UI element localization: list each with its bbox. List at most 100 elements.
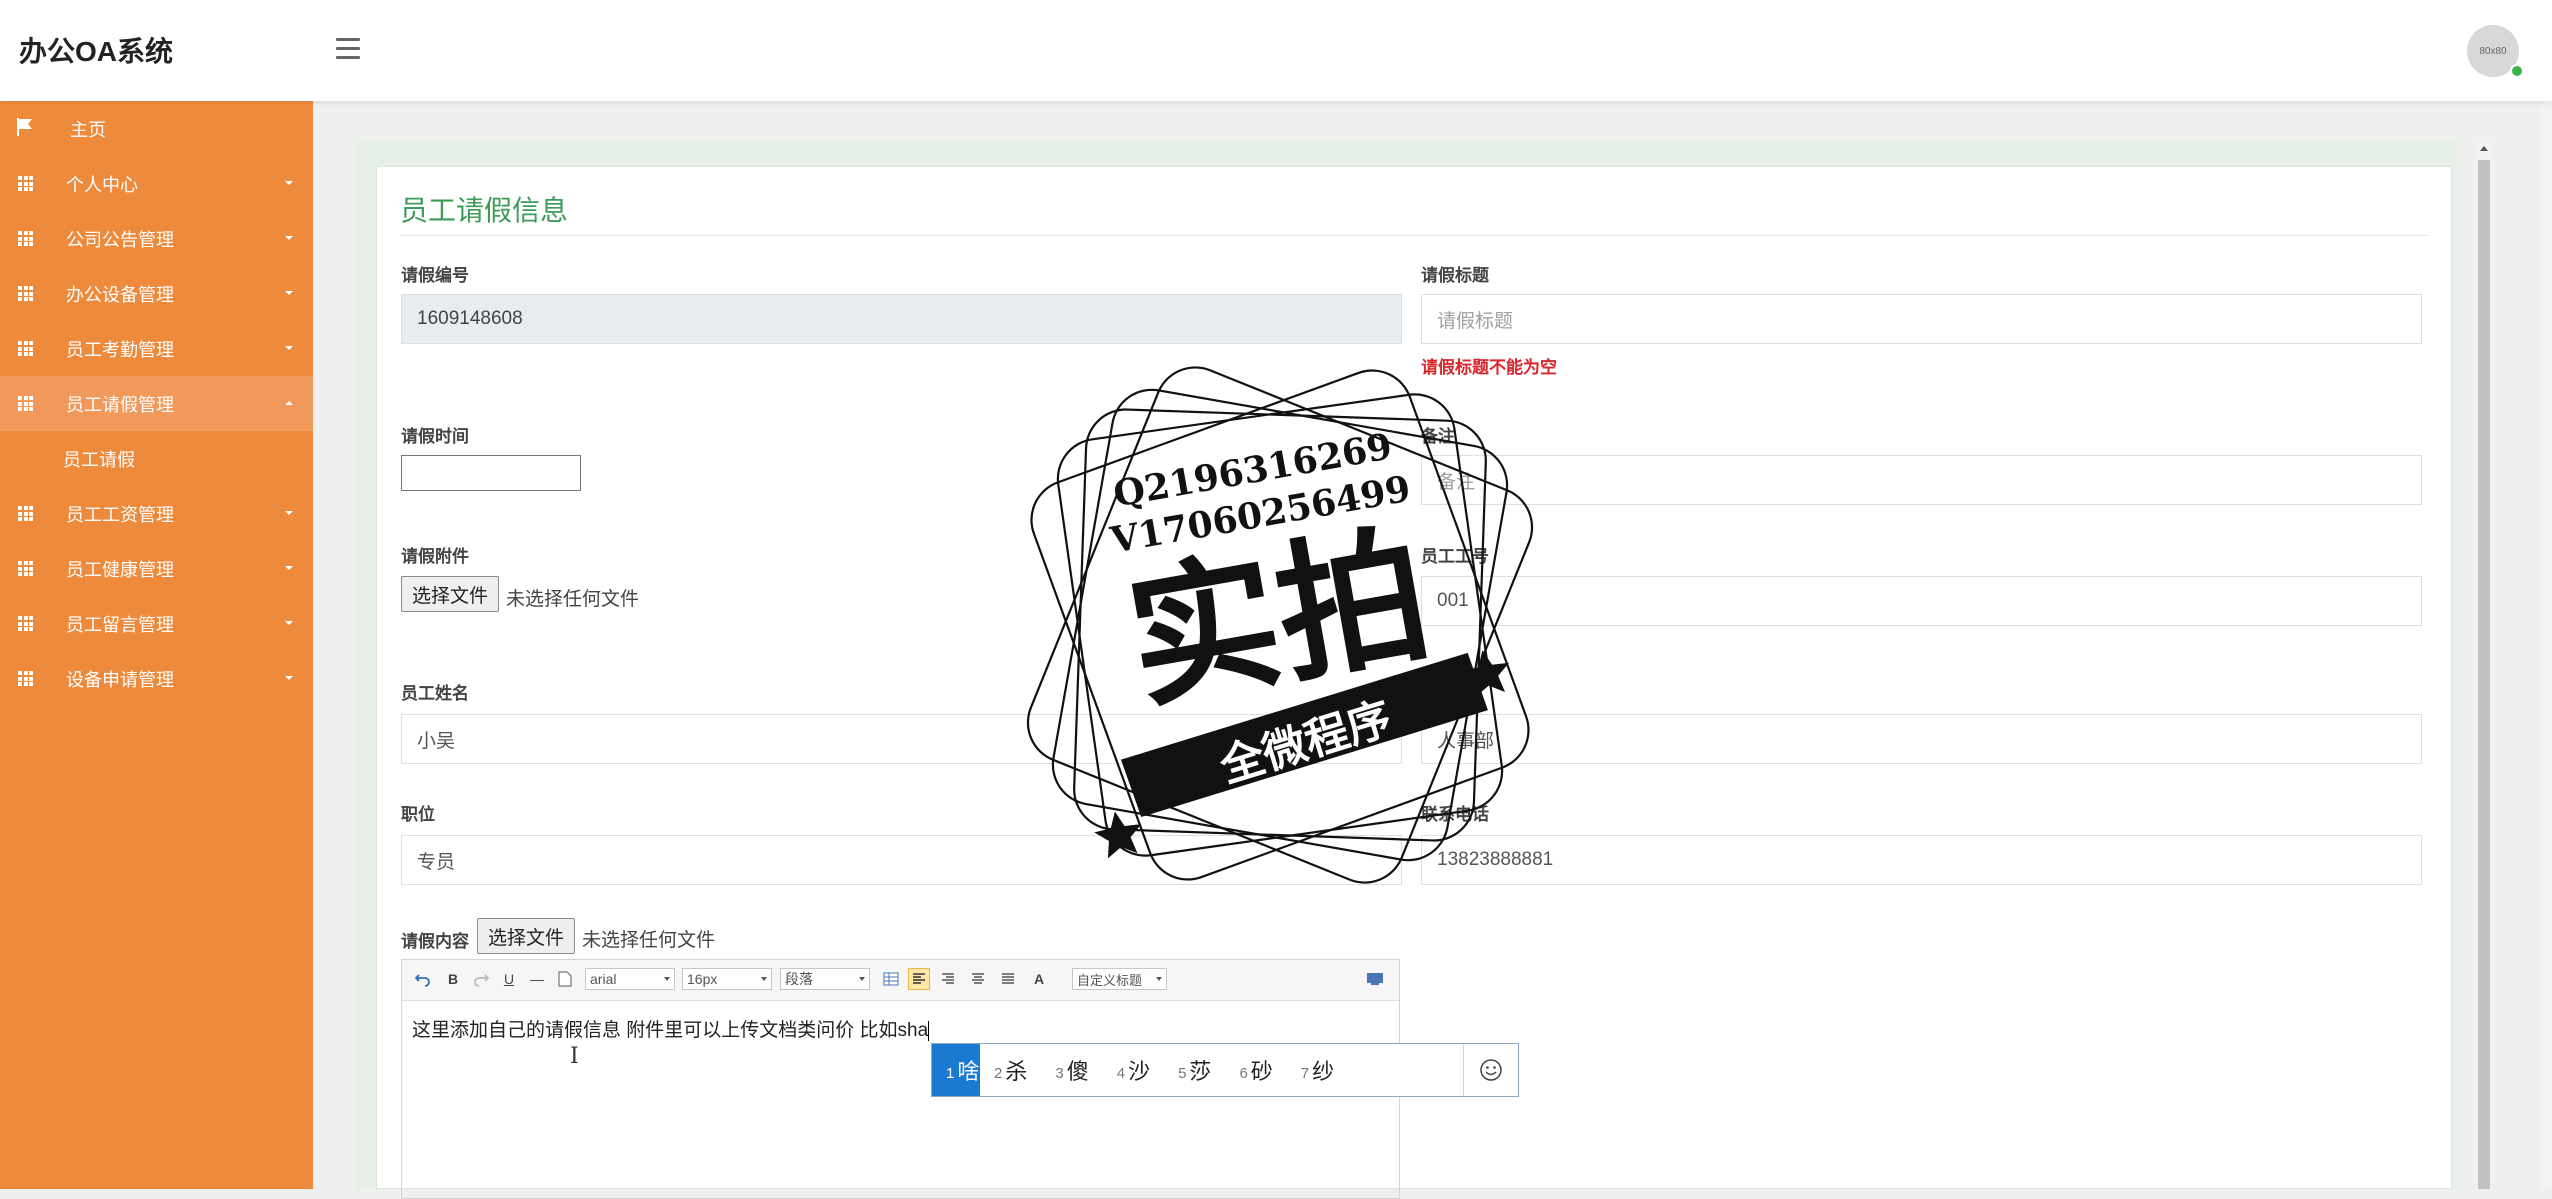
- align-left-icon[interactable]: [908, 968, 930, 990]
- ime-candidate-window: 1啥 2杀 3傻 4沙 5莎 6砂 7纱: [931, 1043, 1519, 1097]
- attachment-label: 请假附件: [401, 547, 469, 566]
- undo-icon[interactable]: [412, 968, 434, 990]
- chevron-down-icon: [285, 676, 293, 680]
- sidebar-item-office-equipment[interactable]: 办公设备管理: [0, 266, 313, 321]
- content-file-status: 未选择任何文件: [582, 930, 716, 951]
- font-color-icon[interactable]: A: [1028, 968, 1050, 990]
- align-justify-icon[interactable]: [997, 968, 1019, 990]
- flag-icon: [17, 118, 32, 136]
- editor-content[interactable]: 这里添加自己的请假信息 附件里可以上传文档类问价 比如sha: [412, 1015, 930, 1042]
- scroll-up-icon[interactable]: [2480, 146, 2488, 151]
- menu-toggle-icon[interactable]: [336, 38, 360, 60]
- sidebar-item-label: 办公设备管理: [66, 284, 174, 305]
- sidebar-item-label: 员工考勤管理: [66, 339, 174, 360]
- font-family-select[interactable]: arial: [585, 968, 675, 990]
- sidebar-item-label: 公司公告管理: [66, 229, 174, 250]
- ime-candidate[interactable]: 7纱: [1287, 1044, 1348, 1096]
- emp-no-label: 员工工号: [1421, 547, 1489, 566]
- sidebar-item-equipment-requests[interactable]: 设备申请管理: [0, 651, 313, 706]
- emp-name-field[interactable]: 小吴: [401, 714, 1402, 764]
- phone-field[interactable]: 13823888881: [1421, 835, 2422, 885]
- sidebar-item-label: 个人中心: [66, 174, 138, 195]
- choose-attachment-button[interactable]: 选择文件: [401, 576, 500, 612]
- ime-candidate[interactable]: 6砂: [1225, 1044, 1286, 1096]
- leave-title-input[interactable]: 请假标题: [1421, 294, 2422, 344]
- sidebar: 主页 个人中心 公司公告管理 办公设备管理 员工考勤管理 员工请假管理 员工请假…: [0, 101, 313, 1189]
- chevron-down-icon: [285, 181, 293, 185]
- table-icon[interactable]: [880, 968, 902, 990]
- grid-icon: [18, 506, 33, 521]
- chevron-down-icon: [285, 621, 293, 625]
- horizontal-rule-icon[interactable]: —: [526, 968, 548, 990]
- sidebar-item-label: 员工健康管理: [66, 559, 174, 580]
- document-icon[interactable]: [554, 968, 576, 990]
- leave-no-field: 1609148608: [401, 294, 1402, 344]
- align-center-icon[interactable]: [967, 968, 989, 990]
- ime-candidate[interactable]: 1啥: [932, 1044, 980, 1096]
- fullscreen-icon[interactable]: [1364, 968, 1386, 990]
- chevron-down-icon: [285, 511, 293, 515]
- sidebar-item-salary[interactable]: 员工工资管理: [0, 486, 313, 541]
- leave-time-label: 请假时间: [401, 427, 469, 446]
- ime-candidate[interactable]: 4沙: [1103, 1044, 1164, 1096]
- text-cursor-icon: I: [570, 1044, 579, 1069]
- phone-label: 联系电话: [1421, 805, 1489, 824]
- sidebar-item-attendance[interactable]: 员工考勤管理: [0, 321, 313, 376]
- leave-time-input[interactable]: [401, 455, 581, 491]
- emp-no-field[interactable]: 001: [1421, 576, 2422, 626]
- sidebar-item-messages[interactable]: 员工留言管理: [0, 596, 313, 651]
- grid-icon: [18, 616, 33, 631]
- attachment-status: 未选择任何文件: [506, 589, 640, 610]
- top-header: 办公OA系统 80x80: [0, 0, 2552, 101]
- font-size-select[interactable]: 16px: [682, 968, 772, 990]
- underline-icon[interactable]: U: [498, 968, 520, 990]
- leave-no-label: 请假编号: [401, 266, 469, 285]
- sidebar-subitem-leave-request[interactable]: 员工请假: [0, 431, 313, 486]
- grid-icon: [18, 176, 33, 191]
- editor-toolbar: B U — arial 16px 段落 A 自定义标题: [402, 960, 1399, 1001]
- remark-label: 备注: [1421, 427, 1455, 446]
- chevron-down-icon: [285, 346, 293, 350]
- redo-icon[interactable]: [470, 968, 492, 990]
- sidebar-item-label: 员工留言管理: [66, 614, 174, 635]
- dept-field[interactable]: 人事部: [1421, 714, 2422, 764]
- chevron-down-icon: [285, 236, 293, 240]
- sidebar-item-announcements[interactable]: 公司公告管理: [0, 211, 313, 266]
- ime-candidate[interactable]: 2杀: [980, 1044, 1041, 1096]
- bold-icon[interactable]: B: [442, 968, 464, 990]
- grid-icon: [18, 231, 33, 246]
- grid-icon: [18, 396, 33, 411]
- custom-title-select[interactable]: 自定义标题: [1072, 968, 1167, 990]
- scroll-thumb[interactable]: [2478, 160, 2490, 1189]
- sidebar-item-label: 员工请假管理: [66, 394, 174, 415]
- title-divider: [400, 235, 2428, 236]
- ime-candidate[interactable]: 3傻: [1041, 1044, 1102, 1096]
- chevron-down-icon: [285, 291, 293, 295]
- sidebar-item-home[interactable]: 主页: [0, 101, 313, 156]
- grid-icon: [18, 341, 33, 356]
- choose-content-file-button[interactable]: 选择文件: [477, 918, 576, 954]
- dept-label: 部门: [1421, 684, 1455, 703]
- editor-content-text: 这里添加自己的请假信息 附件里可以上传文档类问价 比如sha: [412, 1020, 929, 1041]
- leave-title-error: 请假标题不能为空: [1421, 358, 1557, 377]
- emp-name-label: 员工姓名: [401, 684, 469, 703]
- sidebar-item-leave[interactable]: 员工请假管理: [0, 376, 313, 431]
- content-scrollbar[interactable]: [2475, 141, 2493, 1189]
- align-right-icon[interactable]: [937, 968, 959, 990]
- leave-title-label: 请假标题: [1421, 266, 1489, 285]
- sidebar-item-personal-center[interactable]: 个人中心: [0, 156, 313, 211]
- paragraph-select[interactable]: 段落: [780, 968, 870, 990]
- chevron-up-icon: [285, 401, 293, 405]
- grid-icon: [18, 671, 33, 686]
- position-field[interactable]: 专员: [401, 835, 1402, 885]
- page-scrollbar[interactable]: [2539, 0, 2552, 1189]
- ime-candidate[interactable]: 5莎: [1164, 1044, 1225, 1096]
- online-status-dot: [2510, 64, 2524, 78]
- emoji-icon[interactable]: [1463, 1044, 1518, 1096]
- sidebar-item-health[interactable]: 员工健康管理: [0, 541, 313, 596]
- sidebar-item-label: 员工工资管理: [66, 504, 174, 525]
- grid-icon: [18, 561, 33, 576]
- content-label: 请假内容: [401, 932, 469, 951]
- remark-input[interactable]: 备注: [1421, 455, 2422, 505]
- app-title: 办公OA系统: [19, 36, 174, 67]
